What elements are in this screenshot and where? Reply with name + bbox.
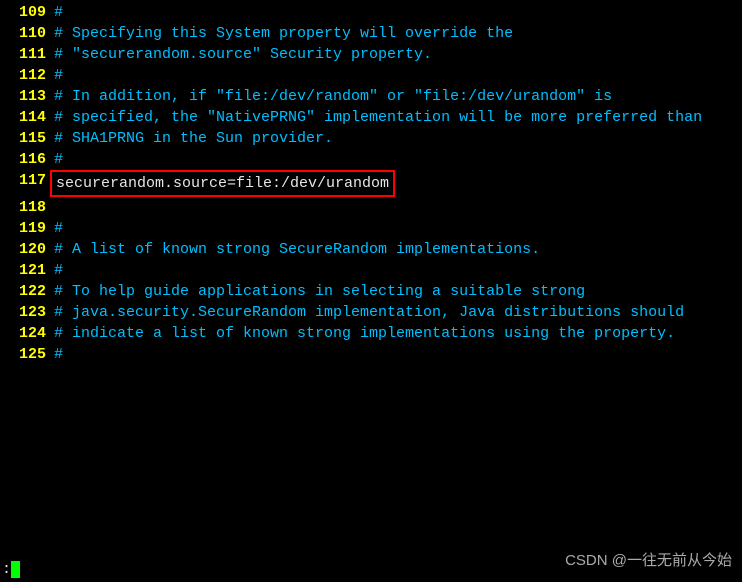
line-number: 122 [0,281,54,302]
watermark: CSDN @一往无前从今始 [565,549,732,570]
line-content[interactable]: # java.security.SecureRandom implementat… [54,302,742,323]
code-text: # [54,4,63,21]
code-text: # [54,220,63,237]
line-content[interactable]: securerandom.source=file:/dev/urandom [54,170,742,197]
line-number: 124 [0,323,54,344]
code-line[interactable]: 114# specified, the "NativePRNG" impleme… [0,107,742,128]
code-line[interactable]: 125# [0,344,742,365]
line-content[interactable]: # [54,149,742,170]
code-text: # To help guide applications in selectin… [54,283,585,300]
code-text: securerandom.source=file:/dev/urandom [56,175,389,192]
highlight-annotation: securerandom.source=file:/dev/urandom [50,170,395,197]
code-text: # A list of known strong SecureRandom im… [54,241,540,258]
line-content[interactable]: # [54,65,742,86]
line-content[interactable]: # SHA1PRNG in the Sun provider. [54,128,742,149]
code-text: # [54,262,63,279]
cursor [11,561,20,578]
line-number: 120 [0,239,54,260]
line-content[interactable]: # To help guide applications in selectin… [54,281,742,302]
code-line[interactable]: 112# [0,65,742,86]
line-number: 116 [0,149,54,170]
line-number: 123 [0,302,54,323]
line-content[interactable]: # "securerandom.source" Security propert… [54,44,742,65]
line-number: 109 [0,2,54,23]
code-line[interactable]: 119# [0,218,742,239]
line-content[interactable]: # specified, the "NativePRNG" implementa… [54,107,742,128]
command-prompt: : [2,561,11,578]
code-line[interactable]: 113# In addition, if "file:/dev/random" … [0,86,742,107]
code-line[interactable]: 120# A list of known strong SecureRandom… [0,239,742,260]
line-number: 112 [0,65,54,86]
line-content[interactable] [54,197,742,218]
code-line[interactable]: 111# "securerandom.source" Security prop… [0,44,742,65]
status-line[interactable]: : [2,561,20,579]
line-content[interactable]: # [54,2,742,23]
line-content[interactable]: # [54,218,742,239]
line-content[interactable]: # [54,344,742,365]
line-content[interactable]: # In addition, if "file:/dev/random" or … [54,86,742,107]
code-line[interactable]: 124# indicate a list of known strong imp… [0,323,742,344]
code-line[interactable]: 109# [0,2,742,23]
code-text: # specified, the "NativePRNG" implementa… [54,109,702,126]
line-number: 125 [0,344,54,365]
code-line[interactable]: 118 [0,197,742,218]
line-content[interactable]: # indicate a list of known strong implem… [54,323,742,344]
code-line[interactable]: 116# [0,149,742,170]
code-text: # indicate a list of known strong implem… [54,325,675,342]
code-line[interactable]: 117securerandom.source=file:/dev/urandom [0,170,742,197]
code-text: # [54,67,63,84]
line-number: 119 [0,218,54,239]
code-line[interactable]: 122# To help guide applications in selec… [0,281,742,302]
code-line[interactable]: 115# SHA1PRNG in the Sun provider. [0,128,742,149]
code-text: # SHA1PRNG in the Sun provider. [54,130,333,147]
code-line[interactable]: 121# [0,260,742,281]
line-content[interactable]: # [54,260,742,281]
line-number: 113 [0,86,54,107]
code-editor[interactable]: 109#110# Specifying this System property… [0,0,742,367]
line-number: 115 [0,128,54,149]
code-text: # [54,151,63,168]
code-text: # "securerandom.source" Security propert… [54,46,432,63]
code-text: # java.security.SecureRandom implementat… [54,304,684,321]
line-number: 111 [0,44,54,65]
code-text: # In addition, if "file:/dev/random" or … [54,88,612,105]
code-line[interactable]: 110# Specifying this System property wil… [0,23,742,44]
line-number: 114 [0,107,54,128]
line-number: 110 [0,23,54,44]
code-line[interactable]: 123# java.security.SecureRandom implemen… [0,302,742,323]
line-content[interactable]: # A list of known strong SecureRandom im… [54,239,742,260]
line-content[interactable]: # Specifying this System property will o… [54,23,742,44]
line-number: 117 [0,170,54,197]
line-number: 121 [0,260,54,281]
code-text: # [54,346,63,363]
code-text: # Specifying this System property will o… [54,25,513,42]
line-number: 118 [0,197,54,218]
